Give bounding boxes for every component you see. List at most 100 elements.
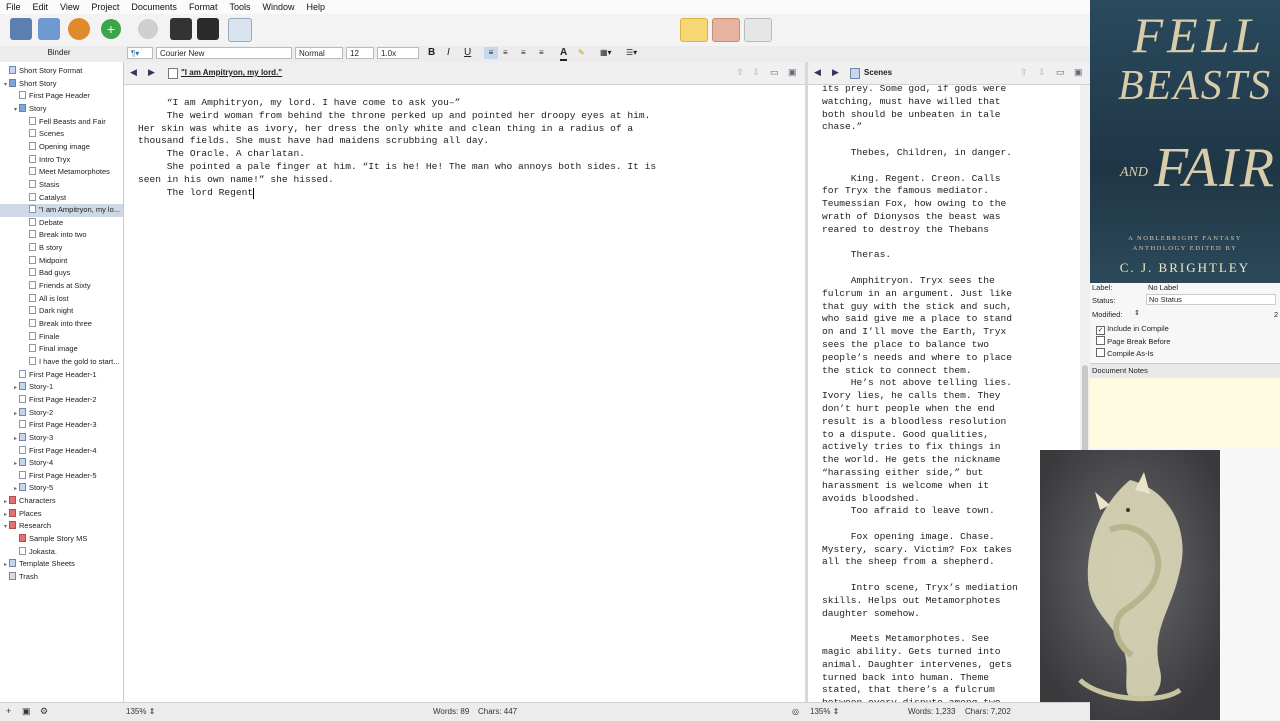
binder-item[interactable]: ▸ Story-2 <box>0 407 123 420</box>
menu-view[interactable]: View <box>54 2 85 12</box>
binder-item[interactable]: Intro Tryx <box>0 154 123 167</box>
sync-icon[interactable] <box>68 18 90 40</box>
scenes-split-icon[interactable]: ▭ <box>1056 67 1065 78</box>
table-icon[interactable]: ▦▾ <box>600 47 612 59</box>
add-icon[interactable]: + <box>101 19 121 39</box>
binder-item[interactable]: ▾ Research <box>0 520 123 533</box>
full-screen-icon[interactable] <box>197 18 219 40</box>
close-split-icon[interactable]: ▣ <box>788 67 797 78</box>
view-corkboard-icon[interactable] <box>712 18 740 42</box>
justify-icon[interactable]: ≡ <box>539 47 544 59</box>
scenes-zoom[interactable]: 135% ⇕ <box>810 707 839 716</box>
binder-item[interactable]: Break into three <box>0 318 123 331</box>
scenes-text[interactable]: its prey. Some god, if gods were watching… <box>822 85 1018 702</box>
binder-item[interactable]: First Page Header-4 <box>0 445 123 458</box>
binder-item[interactable]: First Page Header-3 <box>0 419 123 432</box>
binder-item[interactable]: Sample Story MS <box>0 533 123 546</box>
binder-item[interactable]: Fell Beasts and Fair <box>0 116 123 129</box>
size-select[interactable]: 12 <box>346 47 374 59</box>
up-icon[interactable]: ⇧ <box>736 67 744 78</box>
target-icon[interactable]: ◎ <box>792 707 799 716</box>
binder-item[interactable]: ▸ Characters <box>0 495 123 508</box>
scenes-down-icon[interactable]: ⇩ <box>1038 67 1046 78</box>
binder-item[interactable]: Friends at Sixty <box>0 280 123 293</box>
menu-tools[interactable]: Tools <box>223 2 256 12</box>
text-color-icon[interactable]: A <box>560 47 568 61</box>
disclosure-icon[interactable]: ▸ <box>12 458 19 470</box>
binder-item[interactable]: Finale <box>0 331 123 344</box>
binder-item[interactable]: ▸ Story-4 <box>0 457 123 470</box>
binder-item[interactable]: Debate <box>0 217 123 230</box>
binder-item[interactable]: First Page Header-1 <box>0 369 123 382</box>
page-break-before[interactable]: Page Break Before <box>1096 336 1170 346</box>
binder-item[interactable]: Opening image <box>0 141 123 154</box>
delete-icon[interactable] <box>138 19 158 39</box>
binder-item[interactable]: Final image <box>0 343 123 356</box>
italic-icon[interactable]: I <box>447 47 450 59</box>
scenes-forward-icon[interactable]: ▶ <box>832 67 839 78</box>
binder-toggle-icon[interactable] <box>10 18 32 40</box>
include-in-compile[interactable]: ✓ Include in Compile <box>1096 324 1169 335</box>
down-icon[interactable]: ⇩ <box>752 67 760 78</box>
disclosure-icon[interactable]: ▸ <box>2 559 9 571</box>
binder-item[interactable]: ▸ Template Sheets <box>0 558 123 571</box>
binder-item[interactable]: First Page Header-2 <box>0 394 123 407</box>
scenes-up-icon[interactable]: ⇧ <box>1020 67 1028 78</box>
binder-item[interactable]: Scenes <box>0 128 123 141</box>
disclosure-icon[interactable]: ▸ <box>2 496 9 508</box>
binder-item[interactable]: Dark night <box>0 305 123 318</box>
disclosure-icon[interactable]: ▸ <box>12 483 19 495</box>
forward-icon[interactable]: ▶ <box>148 67 155 78</box>
list-icon[interactable]: ☰▾ <box>626 47 637 59</box>
menu-documents[interactable]: Documents <box>125 2 183 12</box>
binder-item[interactable]: First Page Header <box>0 90 123 103</box>
split-icon[interactable]: ▭ <box>770 67 779 78</box>
quick-reference-icon[interactable] <box>170 18 192 40</box>
collections-icon[interactable] <box>38 18 60 40</box>
menu-edit[interactable]: Edit <box>27 2 55 12</box>
binder-item[interactable]: "I am Ampitryon, my lo... <box>0 204 123 217</box>
menu-help[interactable]: Help <box>300 2 331 12</box>
view-scrivenings-icon[interactable] <box>680 18 708 42</box>
view-outliner-icon[interactable] <box>744 18 772 42</box>
compile-icon[interactable] <box>228 18 252 42</box>
binder-item[interactable]: All is lost <box>0 293 123 306</box>
binder-item[interactable]: ▸ Story-1 <box>0 381 123 394</box>
binder-item[interactable]: Meet Metamorphotes <box>0 166 123 179</box>
binder-item[interactable]: Stasis <box>0 179 123 192</box>
highlight-icon[interactable]: ✎ <box>578 47 585 59</box>
binder-item[interactable]: Catalyst <box>0 192 123 205</box>
editor-zoom[interactable]: 135% ⇕ <box>126 707 155 716</box>
binder-item[interactable]: First Page Header-5 <box>0 470 123 483</box>
spacing-select[interactable]: 1.0x <box>377 47 419 59</box>
compileas-checkbox[interactable] <box>1096 348 1105 357</box>
binder-item[interactable]: ▸ Story-5 <box>0 482 123 495</box>
disclosure-icon[interactable]: ▸ <box>2 509 9 521</box>
binder-item[interactable]: ▸ Story-3 <box>0 432 123 445</box>
disclosure-icon[interactable]: ▸ <box>12 382 19 394</box>
menu-file[interactable]: File <box>0 2 27 12</box>
bold-icon[interactable]: B <box>428 47 435 59</box>
include-checkbox[interactable]: ✓ <box>1096 326 1105 335</box>
align-right-icon[interactable]: ≡ <box>521 47 526 59</box>
disclosure-icon[interactable]: ▾ <box>2 521 9 533</box>
binder-item[interactable]: Bad guys <box>0 267 123 280</box>
pagebreak-checkbox[interactable] <box>1096 336 1105 345</box>
binder-folder-icon[interactable]: ▣ <box>22 706 31 717</box>
underline-icon[interactable]: U <box>464 47 471 59</box>
menu-project[interactable]: Project <box>85 2 125 12</box>
styles-icon[interactable]: ¶▾ <box>127 47 153 59</box>
binder-item[interactable]: Short Story Format <box>0 65 123 78</box>
document-title[interactable]: "I am Ampitryon, my lord." <box>181 68 282 77</box>
binder-item[interactable]: ▾ Story <box>0 103 123 116</box>
binder-item[interactable]: ▸ Places <box>0 508 123 521</box>
binder-item[interactable]: ▾ Short Story <box>0 78 123 91</box>
scenes-back-icon[interactable]: ◀ <box>814 67 821 78</box>
binder-item[interactable]: Midpoint <box>0 255 123 268</box>
binder-item[interactable]: B story <box>0 242 123 255</box>
back-icon[interactable]: ◀ <box>130 67 137 78</box>
binder-add-icon[interactable]: + <box>6 706 11 716</box>
binder-item[interactable]: I have the gold to start... <box>0 356 123 369</box>
style-select[interactable]: Normal <box>295 47 343 59</box>
editor-text[interactable]: “I am Amphitryon, my lord. I have come t… <box>138 97 656 199</box>
